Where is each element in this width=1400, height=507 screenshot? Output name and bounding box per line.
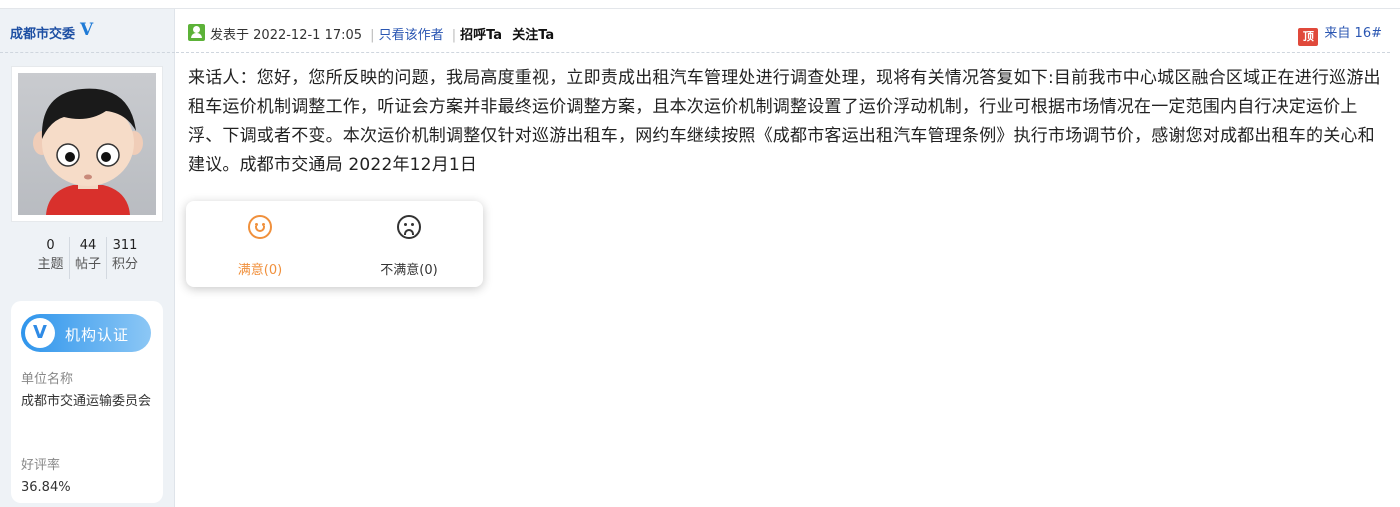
- post-body: 来话人：您好，您所反映的问题，我局高度重视，立即责成出租汽车管理处进行调查处理，…: [188, 68, 1381, 175]
- rating-value: 36.84%: [21, 480, 71, 495]
- smile-icon: [248, 215, 272, 239]
- only-author-link[interactable]: 只看该作者: [379, 28, 444, 43]
- certification-card: V 机构认证 单位名称 成都市交通运输委员会 好评率 36.84%: [11, 301, 163, 503]
- unit-name-label: 单位名称: [21, 372, 74, 387]
- avatar-image: [18, 73, 156, 215]
- rating-label: 好评率: [21, 458, 61, 473]
- stat-posts-value: 44: [79, 238, 97, 253]
- satisfied-button[interactable]: 满意(0): [200, 215, 320, 278]
- post-meta: 发表于 2022-12-1 17:05 | 只看该作者 | 招呼Ta 关注Ta: [210, 24, 554, 43]
- verified-v-icon: V: [25, 318, 55, 348]
- author-stats: 0 主题 44 帖子 311 积分: [0, 237, 175, 279]
- author-header: 成都市交委 V: [0, 9, 175, 53]
- stat-posts[interactable]: 44 帖子: [69, 237, 106, 279]
- greet-link[interactable]: 招呼Ta: [460, 28, 502, 43]
- user-online-icon: [188, 24, 205, 41]
- stat-points-label: 积分: [111, 257, 138, 272]
- stat-topics[interactable]: 0 主题: [32, 237, 69, 279]
- stat-points[interactable]: 311 积分: [106, 237, 143, 279]
- floor-info: 顶来自 16#: [1298, 22, 1382, 46]
- top-icon[interactable]: 顶: [1298, 28, 1319, 46]
- follow-link[interactable]: 关注Ta: [512, 28, 554, 43]
- stat-topics-value: 0: [46, 238, 55, 253]
- posted-prefix: 发表于: [210, 28, 250, 43]
- frown-icon: [397, 215, 421, 239]
- unsatisfied-label: 不满意(0): [380, 263, 438, 278]
- institution-certified-badge: V 机构认证: [21, 314, 151, 352]
- stat-posts-label: 帖子: [74, 257, 101, 272]
- unit-name-value: 成都市交通运输委员会: [21, 394, 152, 409]
- author-sidebar: 成都市交委 V 0 主题 44 帖子 311 积分 V 机构认证 单位名称 成都…: [0, 9, 175, 507]
- posted-time: 2022-12-1 17:05: [253, 28, 363, 43]
- satisfied-label: 满意(0): [237, 263, 283, 278]
- separator: |: [370, 28, 375, 43]
- rating-card: 满意(0) 不满意(0): [186, 201, 483, 287]
- avatar[interactable]: [11, 66, 163, 222]
- author-name-link[interactable]: 成都市交委: [10, 23, 75, 42]
- verified-icon: V: [80, 20, 94, 40]
- floor-link[interactable]: 来自 16#: [1324, 26, 1382, 41]
- unsatisfied-button[interactable]: 不满意(0): [349, 215, 469, 278]
- certification-text: 机构认证: [65, 326, 130, 344]
- stat-topics-label: 主题: [37, 257, 64, 272]
- post-header: 发表于 2022-12-1 17:05 | 只看该作者 | 招呼Ta 关注Ta 顶来…: [176, 9, 1390, 53]
- separator: |: [451, 28, 457, 43]
- stat-points-value: 311: [112, 238, 138, 253]
